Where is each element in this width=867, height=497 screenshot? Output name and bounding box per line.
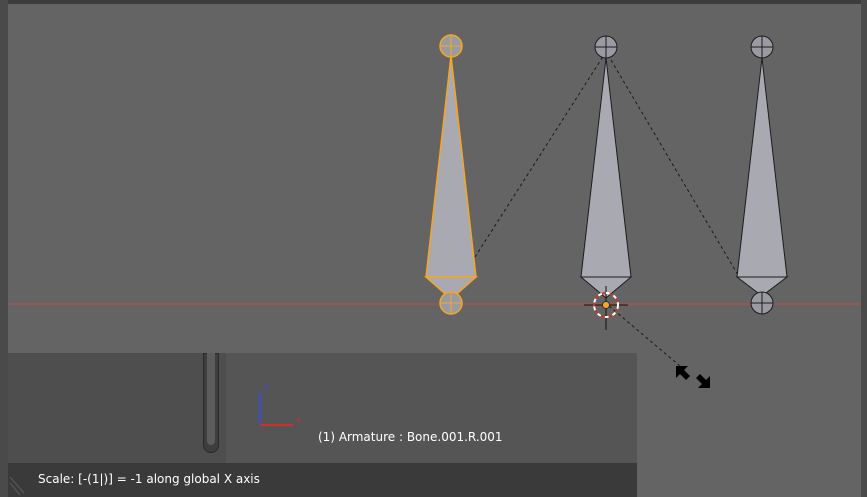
status-bar: Scale: [-(1|)] = -1 along global X axis bbox=[8, 463, 637, 497]
object-info-label: (1) Armature : Bone.001.R.001 bbox=[318, 430, 503, 444]
bone-tail-joint[interactable] bbox=[750, 291, 774, 315]
bone-selected[interactable] bbox=[424, 34, 478, 315]
3d-viewport[interactable]: z x (1) Armature : Bone.001.R.001 Scale:… bbox=[0, 0, 867, 497]
bone-head-joint[interactable] bbox=[594, 35, 618, 59]
x-axis-label: x bbox=[296, 415, 301, 424]
bone-head-joint[interactable] bbox=[750, 35, 774, 59]
status-text: Scale: [-(1|)] = -1 along global X axis bbox=[38, 472, 260, 486]
scale-cursor-icon bbox=[676, 366, 710, 388]
resize-grip-icon[interactable] bbox=[8, 463, 28, 497]
viewport-bottom-panel: z x (1) Armature : Bone.001.R.001 bbox=[8, 353, 637, 463]
z-axis-label: z bbox=[264, 382, 268, 391]
bone-head-joint[interactable] bbox=[439, 34, 463, 58]
bone-tail-joint[interactable] bbox=[439, 291, 463, 315]
axis-gizmo: z x bbox=[259, 382, 301, 426]
bone-right[interactable] bbox=[735, 35, 789, 315]
3d-cursor-icon[interactable] bbox=[584, 286, 628, 330]
